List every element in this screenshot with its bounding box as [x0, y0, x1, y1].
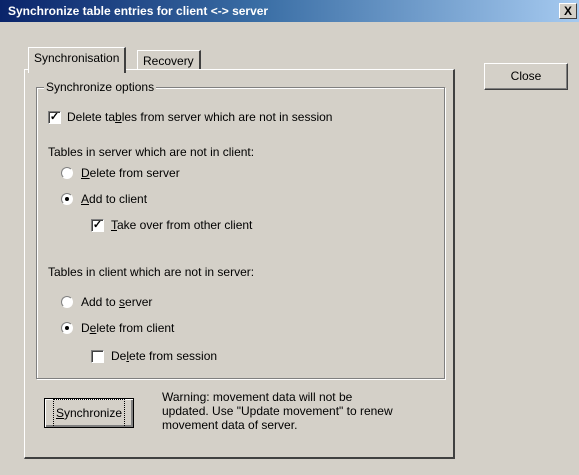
delete-from-client-radio[interactable]	[61, 322, 73, 334]
delete-tables-checkbox[interactable]: ✓	[48, 111, 61, 124]
window-close-button[interactable]: X	[559, 3, 577, 19]
sync-options-group	[36, 87, 445, 379]
synchronize-button-label: Synchronize	[52, 399, 126, 428]
delete-from-client-label[interactable]: Delete from client	[81, 321, 174, 335]
add-to-client-radio[interactable]	[61, 193, 73, 205]
delete-from-server-label[interactable]: Delete from server	[81, 166, 180, 180]
take-over-checkbox[interactable]: ✓	[91, 219, 104, 232]
title-bar: Synchronize table entries for client <->…	[0, 0, 579, 22]
tab-synchronisation[interactable]: Synchronisation	[28, 47, 127, 73]
server-section-label: Tables in server which are not in client…	[48, 145, 255, 159]
add-to-server-label[interactable]: Add to server	[81, 295, 152, 309]
window-title: Synchronize table entries for client <->…	[8, 4, 269, 18]
add-to-server-radio[interactable]	[61, 296, 73, 308]
delete-from-server-radio[interactable]	[61, 167, 73, 179]
synchronize-button[interactable]: Synchronize	[44, 398, 134, 428]
tab-synchronisation-label: Synchronisation	[34, 51, 120, 65]
close-button[interactable]: Close	[484, 63, 568, 90]
add-to-client-label[interactable]: Add to client	[81, 192, 147, 206]
take-over-label[interactable]: Take over from other client	[111, 218, 252, 232]
client-section-label: Tables in client which are not in server…	[48, 265, 255, 279]
sync-options-legend: Synchronize options	[44, 80, 157, 94]
warning-text: Warning: movement data will not be updat…	[162, 390, 393, 432]
delete-tables-label[interactable]: Delete tables from server which are not …	[67, 110, 332, 124]
tab-recovery-label: Recovery	[143, 54, 194, 68]
delete-from-session-label[interactable]: Delete from session	[111, 349, 217, 363]
delete-from-session-checkbox[interactable]	[91, 350, 104, 363]
